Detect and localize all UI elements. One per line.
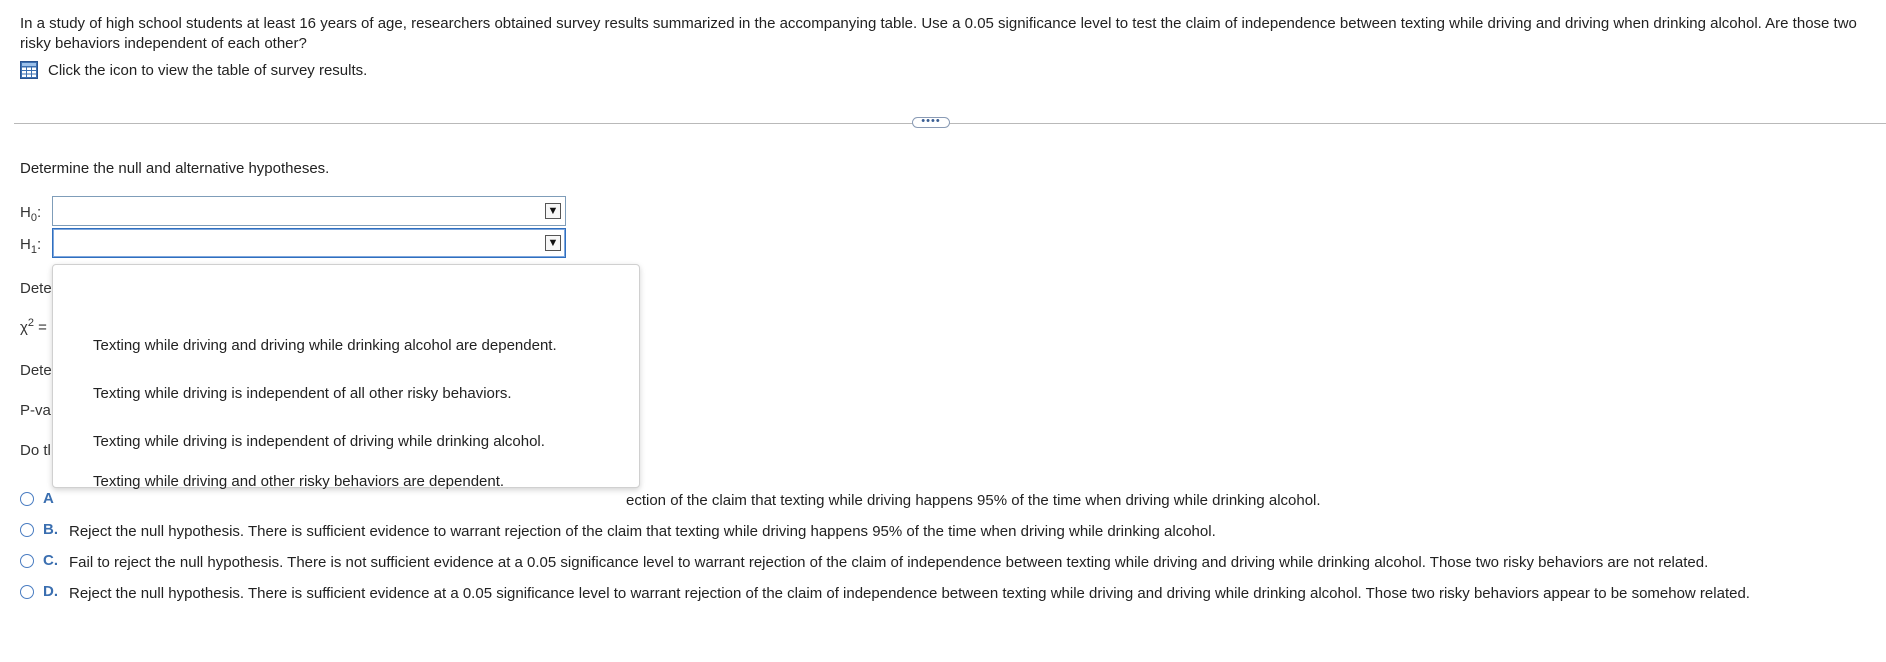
h0-label: H0: xyxy=(20,204,42,224)
dropdown-option-independent-all[interactable]: Texting while driving is independent of … xyxy=(93,385,512,402)
choice-a[interactable]: A ection of the claim that texting while… xyxy=(20,490,1321,511)
radio-b[interactable] xyxy=(20,523,34,537)
choice-c[interactable]: C. Fail to reject the null hypothesis. T… xyxy=(20,552,1708,573)
question-text: In a study of high school students at le… xyxy=(20,15,1857,52)
radio-d[interactable] xyxy=(20,585,34,599)
h0-dropdown-arrow-icon[interactable]: ▼ xyxy=(545,203,561,219)
determine-test-statistic-label: Dete xyxy=(20,280,52,297)
table-icon[interactable] xyxy=(20,61,38,79)
h1-label: H1: xyxy=(20,236,42,256)
h1-dropdown-arrow-icon[interactable]: ▼ xyxy=(545,235,561,251)
determine-pvalue-label: Dete xyxy=(20,362,52,379)
radio-a[interactable] xyxy=(20,492,34,506)
section-divider xyxy=(14,123,1886,124)
chi-square-label: χ2 = xyxy=(20,317,47,336)
h0-select[interactable]: ▼ xyxy=(52,196,566,226)
conclusion-prompt: Do tl xyxy=(20,442,51,459)
dropdown-option-independent-alcohol[interactable]: Texting while driving is independent of … xyxy=(93,433,545,450)
pvalue-label: P-va xyxy=(20,402,51,419)
radio-c[interactable] xyxy=(20,554,34,568)
more-button[interactable]: •••• xyxy=(912,116,950,128)
h1-select[interactable]: ▼ xyxy=(52,228,566,258)
choice-d[interactable]: D. Reject the null hypothesis. There is … xyxy=(20,583,1860,604)
dropdown-option-other-dependent[interactable]: Texting while driving and other risky be… xyxy=(93,473,504,490)
icon-hint-text: Click the icon to view the table of surv… xyxy=(48,61,368,79)
hypotheses-prompt: Determine the null and alternative hypot… xyxy=(20,160,330,177)
table-icon-row: Click the icon to view the table of surv… xyxy=(20,60,367,80)
choice-b[interactable]: B. Reject the null hypothesis. There is … xyxy=(20,521,1216,542)
dropdown-option-dependent[interactable]: Texting while driving and driving while … xyxy=(93,337,557,354)
h1-dropdown-menu: Texting while driving and driving while … xyxy=(52,264,640,490)
